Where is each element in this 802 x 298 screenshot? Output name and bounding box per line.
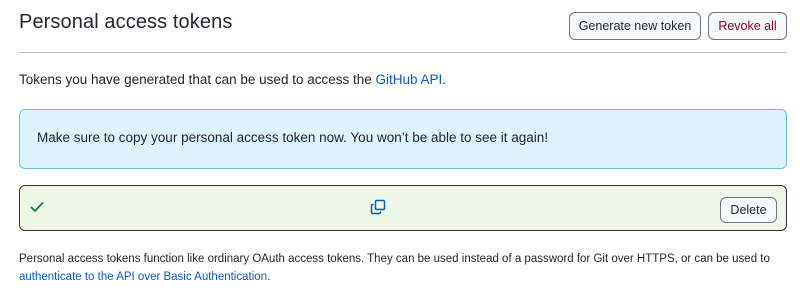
generate-new-token-button[interactable]: Generate new token [569,12,701,40]
copy-icon[interactable] [370,199,386,215]
intro-text-suffix: . [442,72,447,87]
copy-token-notice-text: Make sure to copy your personal access t… [37,130,549,145]
intro-text-body: Tokens you have generated that can be us… [19,72,376,87]
page-header: Personal access tokens Generate new toke… [19,0,787,53]
footer-text-body: Personal access tokens function like ord… [19,253,770,265]
footer-text-suffix: . [267,271,271,283]
intro-text: Tokens you have generated that can be us… [19,72,446,87]
revoke-all-button[interactable]: Revoke all [708,12,787,40]
github-api-link[interactable]: GitHub API [376,72,443,87]
delete-token-button[interactable]: Delete [720,197,777,223]
new-token-box: Delete [19,185,787,231]
copy-token-notice: Make sure to copy your personal access t… [19,109,787,169]
page-title: Personal access tokens [19,11,233,33]
check-icon [30,200,44,214]
basic-auth-link[interactable]: authenticate to the API over Basic Authe… [19,271,267,283]
footer-text: Personal access tokens function like ord… [19,250,789,286]
